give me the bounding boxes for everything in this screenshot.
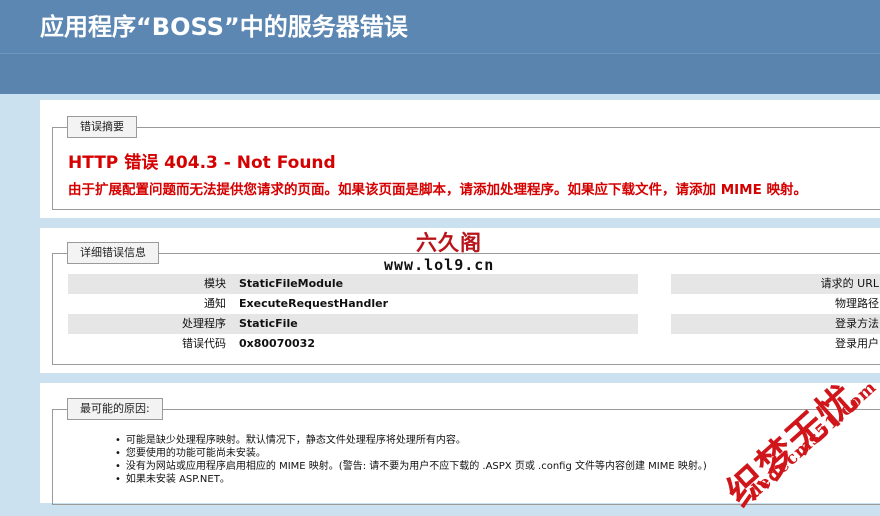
list-item: 可能是缺少处理程序映射。默认情况下，静态文件处理程序将处理所有内容。 bbox=[115, 434, 707, 447]
lol9-watermark-url: www.lol9.cn bbox=[384, 256, 495, 274]
error-summary-legend: 错误摘要 bbox=[67, 116, 137, 138]
error-details-legend: 详细错误信息 bbox=[67, 242, 159, 264]
detail-value: StaticFileModule bbox=[239, 277, 344, 290]
detail-label: 物理路径 bbox=[835, 297, 879, 310]
detail-label: 模块 bbox=[204, 277, 226, 290]
error-title: HTTP 错误 404.3 - Not Found bbox=[68, 153, 336, 173]
list-item: 您要使用的功能可能尚未安装。 bbox=[115, 447, 707, 460]
detail-row-notification: 通知 ExecuteRequestHandler bbox=[68, 294, 638, 314]
error-summary-section: 错误摘要 HTTP 错误 404.3 - Not Found 由于扩展配置问题而… bbox=[40, 100, 880, 218]
detail-value: ExecuteRequestHandler bbox=[239, 297, 389, 310]
detail-row-handler: 处理程序 StaticFile bbox=[68, 314, 638, 334]
dedecms-watermark: 织梦无忧 dedecms51.com bbox=[700, 330, 880, 515]
dedecms-watermark-name: 织梦无忧 bbox=[717, 374, 867, 515]
detail-row-requested-url: 请求的 URL bbox=[671, 274, 880, 294]
list-item: 没有为网站或应用程序启用相应的 MIME 映射。(警告: 请不要为用户不应下载的… bbox=[115, 460, 707, 473]
detail-value: 0x80070032 bbox=[239, 337, 315, 350]
detail-row-error-code: 错误代码 0x80070032 bbox=[68, 334, 638, 354]
page-title: 应用程序“BOSS”中的服务器错误 bbox=[40, 13, 408, 41]
detail-label: 处理程序 bbox=[182, 317, 226, 330]
likely-causes-legend: 最可能的原因: bbox=[67, 398, 163, 420]
detail-row-physical-path: 物理路径 bbox=[671, 294, 880, 314]
detail-value: StaticFile bbox=[239, 317, 298, 330]
error-description: 由于扩展配置问题而无法提供您请求的页面。如果该页面是脚本，请添加处理程序。如果应… bbox=[68, 182, 808, 198]
lol9-watermark: 六久阁 www.lol9.cn bbox=[384, 230, 494, 275]
likely-causes-list: 可能是缺少处理程序映射。默认情况下，静态文件处理程序将处理所有内容。 您要使用的… bbox=[115, 434, 707, 486]
detail-label: 请求的 URL bbox=[820, 277, 879, 290]
detail-label: 错误代码 bbox=[182, 337, 226, 350]
page-header: 应用程序“BOSS”中的服务器错误 bbox=[0, 0, 880, 53]
detail-label: 通知 bbox=[204, 297, 226, 310]
error-summary-fieldset: 错误摘要 HTTP 错误 404.3 - Not Found 由于扩展配置问题而… bbox=[52, 116, 880, 210]
header-subbar bbox=[0, 53, 880, 94]
list-item: 如果未安装 ASP.NET。 bbox=[115, 473, 707, 486]
lol9-watermark-name: 六久阁 bbox=[416, 230, 482, 255]
detail-row-module: 模块 StaticFileModule bbox=[68, 274, 638, 294]
